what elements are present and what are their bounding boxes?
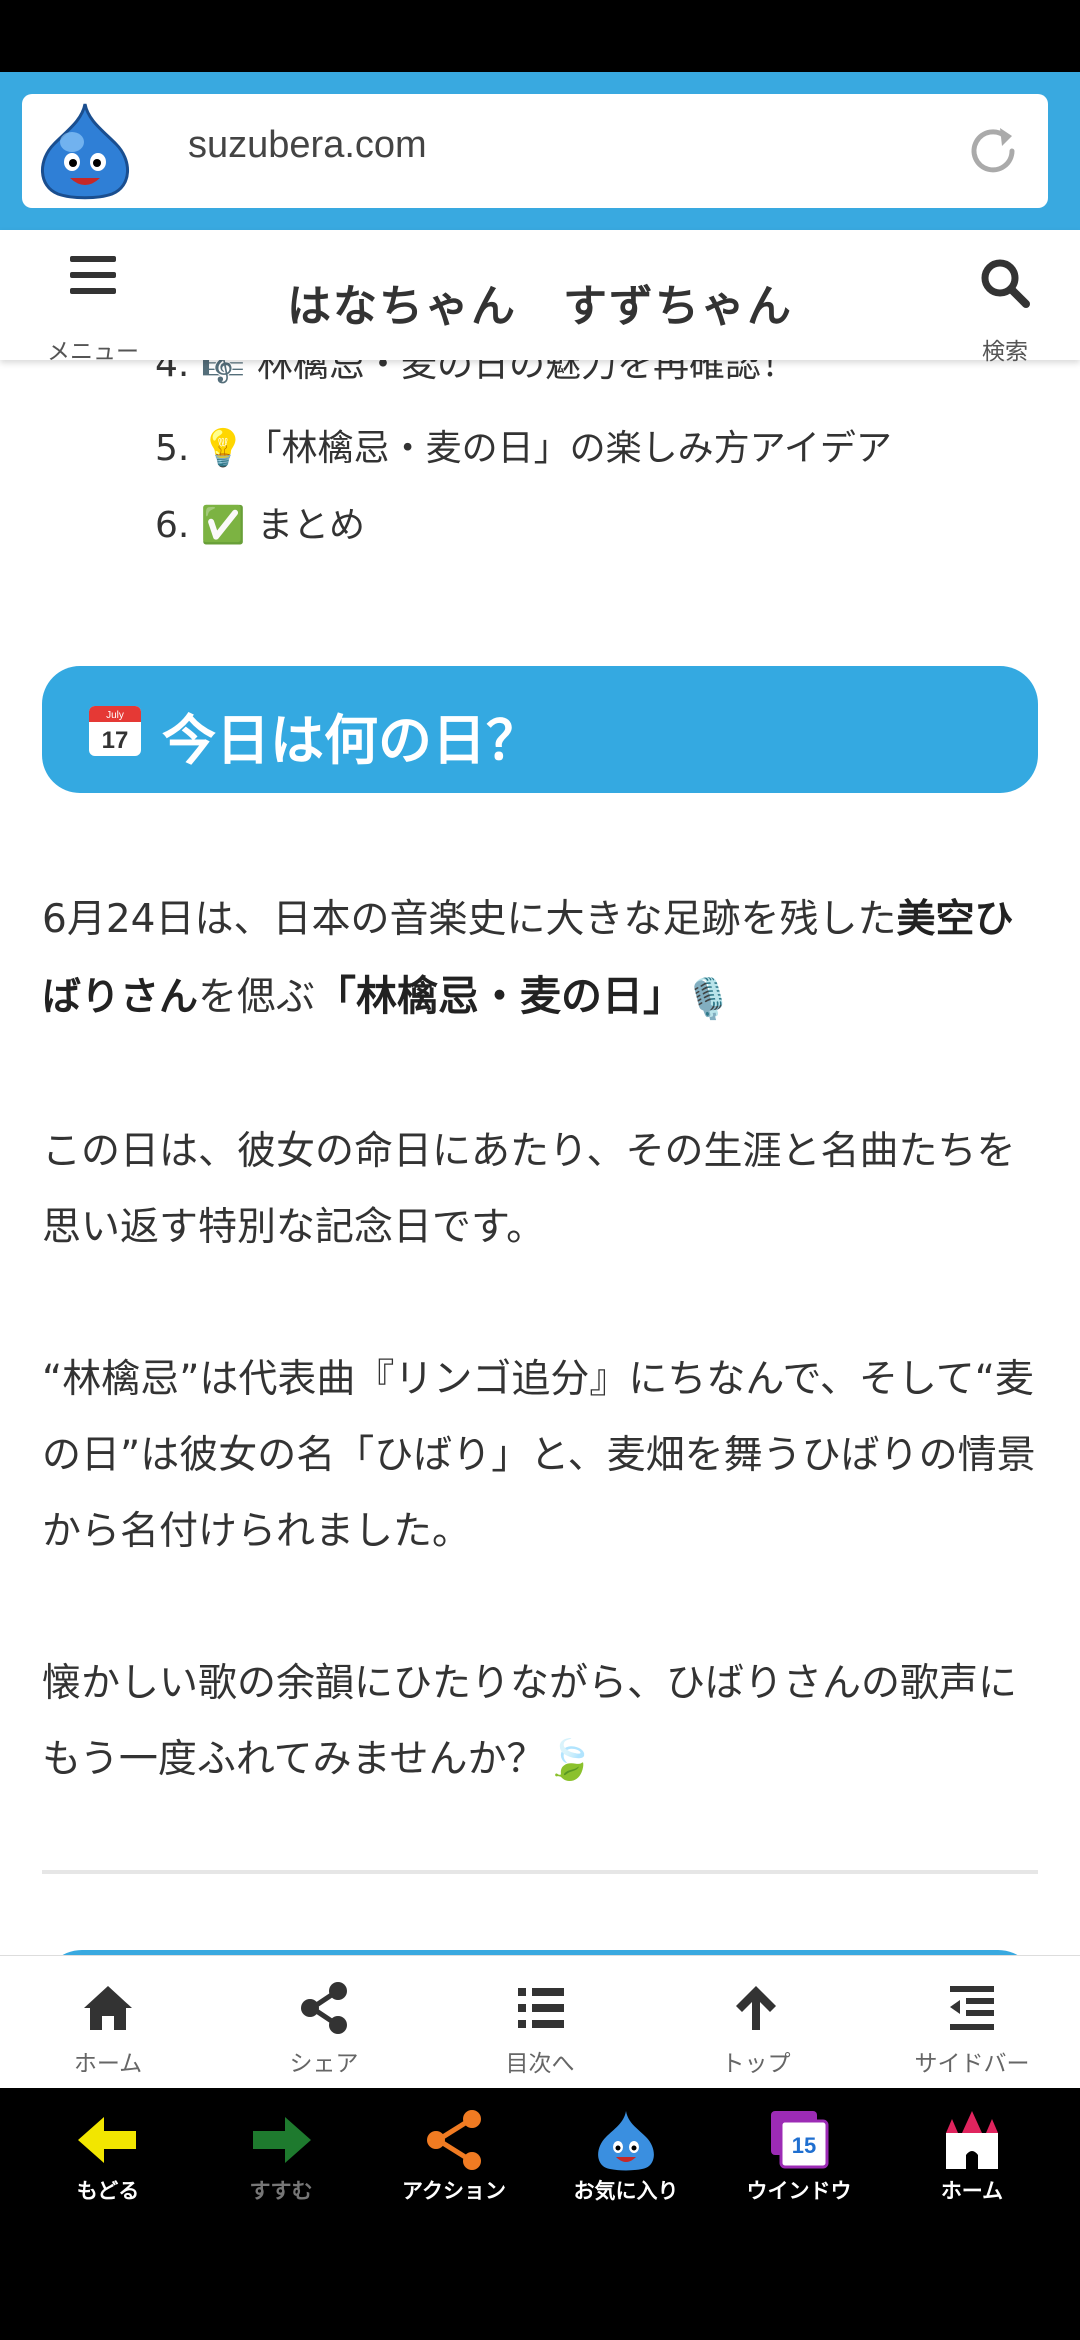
back-arrow-icon — [78, 2117, 136, 2163]
paragraph: 懐かしい歌の余韻にひたりながら、ひばりさんの歌声にもう一度ふれてみませんか？🍃 — [42, 1646, 1042, 1800]
svg-text:17: 17 — [102, 727, 129, 754]
forward-arrow-icon — [253, 2117, 311, 2163]
slime-logo-icon[interactable] — [32, 100, 138, 200]
castle-home-icon — [946, 2111, 998, 2169]
article-body: 6月24日は、日本の音楽史に大きな足跡を残した美空ひばりさんを偲ぶ「林檎忌・麦の… — [42, 882, 1042, 1875]
favorites-button[interactable]: お気に入り — [540, 2109, 712, 2209]
footer-top-button[interactable]: トップ — [648, 1956, 864, 2088]
search-label: 検索 — [982, 339, 1028, 365]
footer-nav: ホーム シェア 目次へ トップ サイドバー — [0, 1955, 1080, 2088]
home-icon — [84, 1986, 132, 2030]
leaf-emoji-icon: 🍃 — [545, 1738, 595, 1783]
url-box[interactable]: suzubera.com — [22, 94, 1048, 208]
search-icon — [981, 259, 1030, 308]
site-header: メニュー はなちゃん すずちゃん 検索 — [0, 230, 1080, 365]
footer-toc-button[interactable]: 目次へ — [432, 1956, 648, 2088]
share-icon — [301, 1982, 347, 2034]
status-bar — [0, 0, 1080, 72]
footer-share-button[interactable]: シェア — [216, 1956, 432, 2088]
footer-home-button[interactable]: ホーム — [0, 1956, 216, 2088]
forward-button[interactable]: すすむ — [195, 2109, 367, 2209]
browser-address-bar: suzubera.com — [0, 72, 1080, 230]
list-icon — [518, 1988, 564, 2028]
toc-item[interactable]: 5. 💡「林檎忌・麦の日」の楽しみ方アイデア — [155, 410, 892, 487]
sidebar-icon — [950, 1986, 994, 2030]
action-button[interactable]: アクション — [368, 2109, 540, 2209]
back-button[interactable]: もどる — [22, 2109, 194, 2209]
arrow-up-icon — [736, 1986, 776, 2030]
action-share-icon — [427, 2110, 481, 2170]
window-icon: 15 — [771, 2111, 829, 2169]
reload-icon[interactable] — [964, 122, 1022, 180]
paragraph: 6月24日は、日本の音楽史に大きな足跡を残した美空ひばりさんを偲ぶ「林檎忌・麦の… — [42, 882, 1042, 1038]
footer-sidebar-button[interactable]: サイドバー — [864, 1956, 1080, 2088]
menu-label: メニュー — [47, 339, 139, 365]
url-text[interactable]: suzubera.com — [188, 124, 427, 167]
paragraph: この日は、彼女の命日にあたり、その生涯と名曲たちを思い返す特別な記念日です。 — [42, 1128, 1016, 1250]
site-title[interactable]: はなちゃん すずちゃん — [0, 270, 1080, 334]
browser-toolbar: もどる すすむ アクション お気に入り 15 ウインドウ ホーム — [0, 2087, 1080, 2340]
section-heading-text: 今日は何の日？ — [162, 709, 540, 772]
section-heading: July 17 今日は何の日？ — [42, 666, 1038, 793]
window-button[interactable]: 15 ウインドウ — [713, 2109, 885, 2209]
divider — [42, 1870, 1038, 1874]
bold-event: 「林檎忌・麦の日」 — [315, 972, 685, 1020]
svg-text:July: July — [106, 710, 124, 721]
table-of-contents: 4. 🎼 林檎忌・麦の日の魅力を再確認！ 5. 💡「林檎忌・麦の日」の楽しみ方ア… — [155, 344, 892, 564]
svg-text:15: 15 — [792, 2133, 816, 2158]
calendar-icon: July 17 — [89, 706, 141, 756]
search-button[interactable]: 検索 — [970, 252, 1040, 365]
paragraph: “林檎忌”は代表曲『リンゴ追分』にちなんで、そして“麦の日”は彼女の名「ひばり」… — [42, 1356, 1036, 1554]
toc-item[interactable]: 6. ✅ まとめ — [155, 487, 892, 564]
slime-favorite-icon — [598, 2111, 654, 2171]
microphone-emoji-icon: 🎙️ — [684, 976, 733, 1022]
home-browser-button[interactable]: ホーム — [886, 2109, 1058, 2209]
